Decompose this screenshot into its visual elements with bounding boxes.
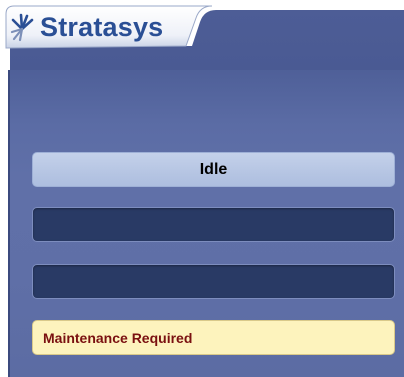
info-field-2: [32, 264, 395, 299]
brand-name: Stratasys: [40, 12, 164, 42]
maintenance-alert-label: Maintenance Required: [43, 329, 193, 346]
brand-logo: Stratasys: [8, 11, 163, 43]
status-label: Idle: [199, 160, 228, 178]
printer-status-panel: Stratasys Idle Maintenance Required: [0, 0, 404, 377]
panel-edge: [8, 46, 10, 377]
info-field-1: [32, 207, 395, 242]
status-display: Idle: [32, 152, 395, 187]
maintenance-alert[interactable]: Maintenance Required: [32, 320, 395, 355]
stratasys-logo-icon: [10, 13, 34, 42]
